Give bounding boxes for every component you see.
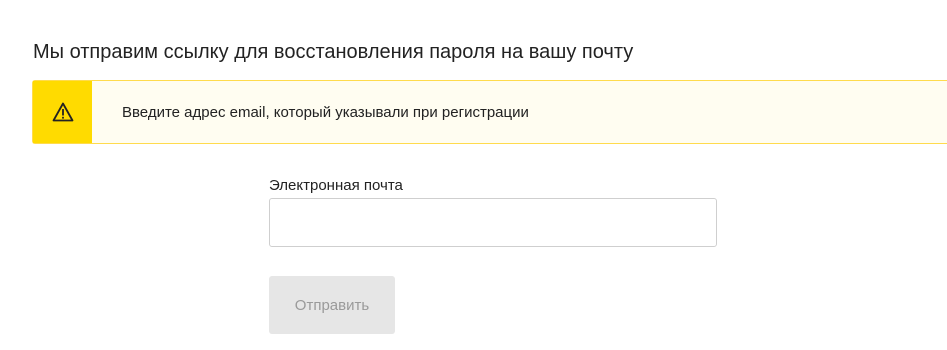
- page-title: Мы отправим ссылку для восстановления па…: [33, 41, 634, 63]
- password-recovery-page: Мы отправим ссылку для восстановления па…: [0, 0, 947, 350]
- notice-text: Введите адрес email, который указывали п…: [122, 103, 529, 121]
- warning-triangle-icon: [52, 102, 73, 122]
- submit-button[interactable]: Отправить: [269, 276, 395, 334]
- email-field[interactable]: [269, 198, 717, 247]
- email-label: Электронная почта: [269, 177, 403, 194]
- warning-notice: Введите адрес email, который указывали п…: [32, 80, 947, 144]
- warning-icon-box: [33, 81, 92, 143]
